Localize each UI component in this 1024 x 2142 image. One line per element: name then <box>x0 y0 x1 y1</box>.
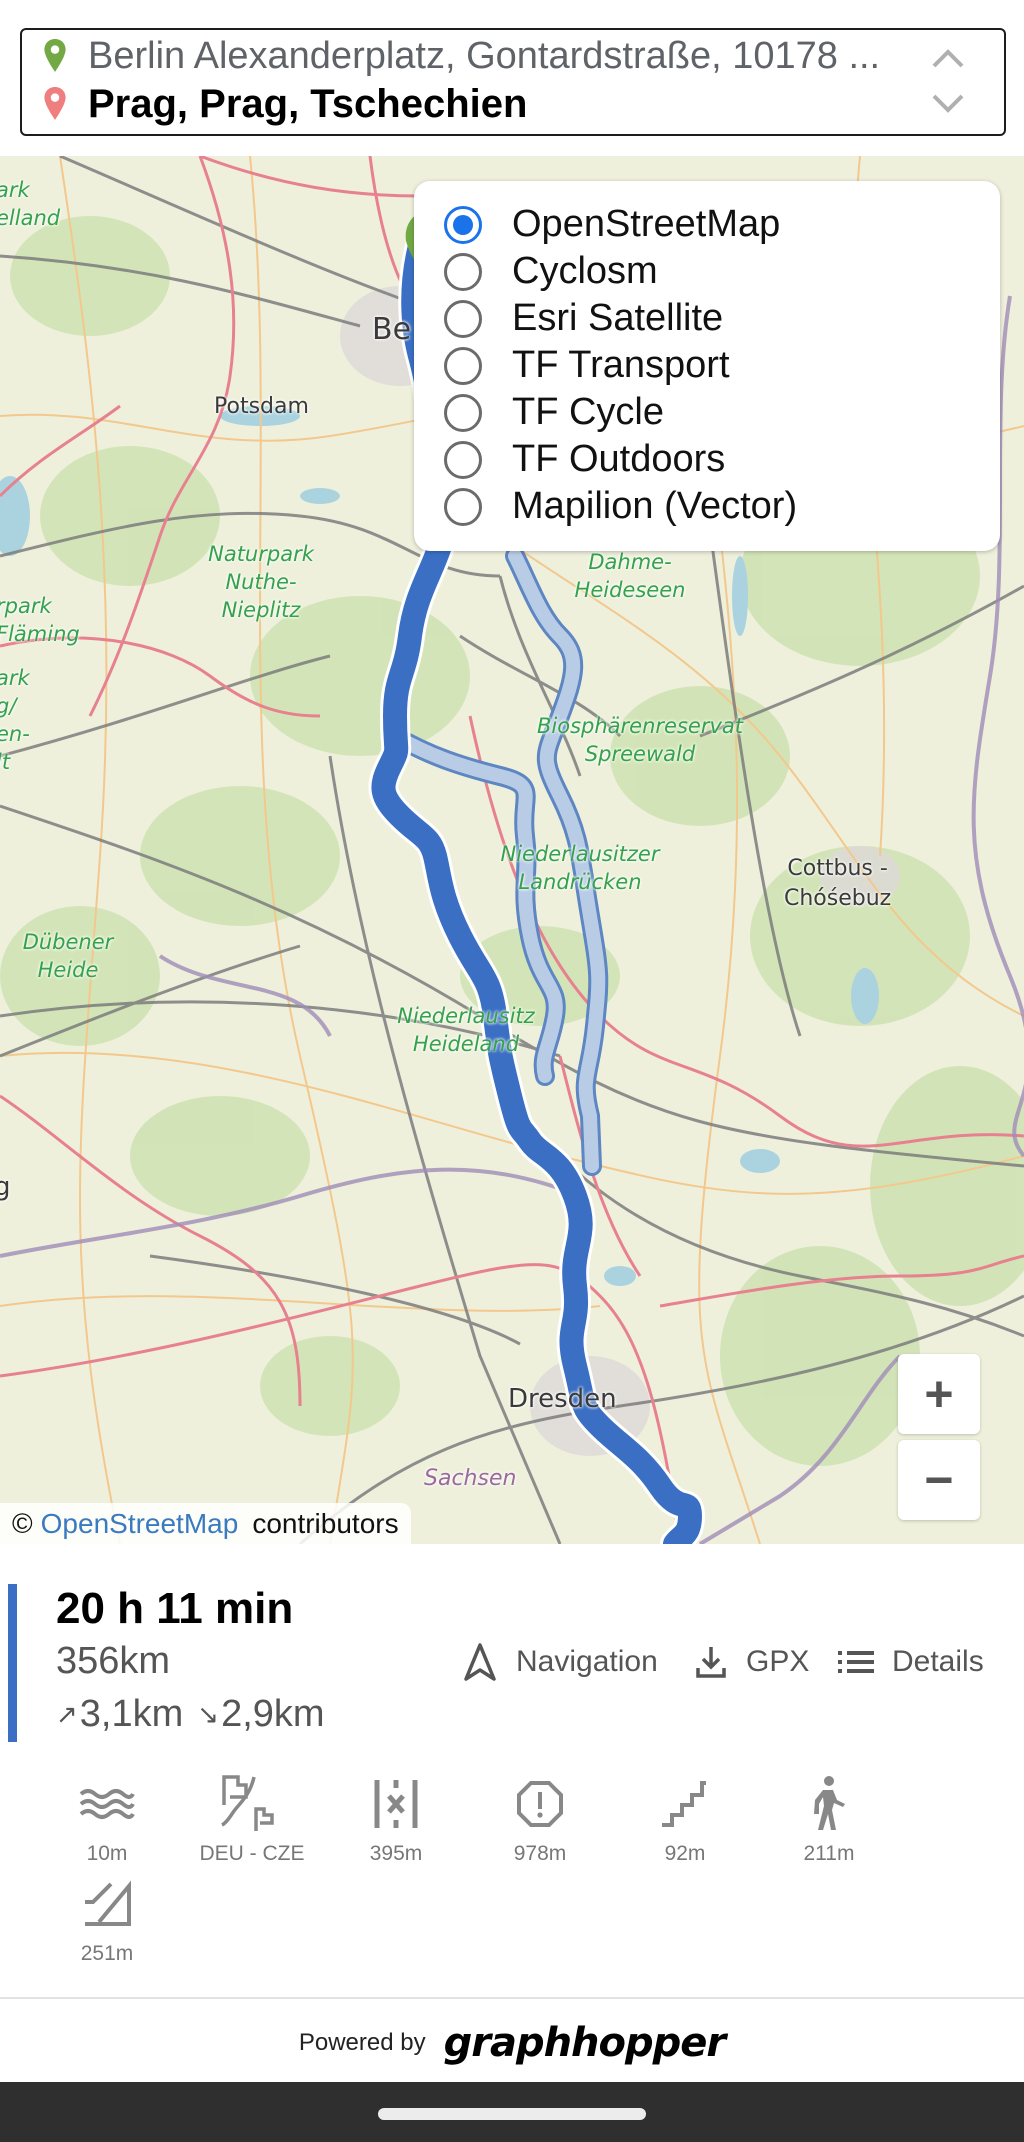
chevron-down-icon[interactable] <box>928 86 968 122</box>
navigation-arrow-icon <box>464 1643 496 1681</box>
zoom-in-button[interactable]: + <box>898 1354 980 1434</box>
detail-steep-incline[interactable]: 251m <box>37 1874 177 1966</box>
map-label-niederlausitz: Niederlausitz Heideland <box>397 1004 535 1056</box>
layer-label: Cyclosm <box>512 250 658 292</box>
map-attribution: © OpenStreetMap contributors <box>0 1503 411 1545</box>
to-input[interactable]: Prag, Prag, Tschechien <box>42 80 527 128</box>
radio-tf-transport[interactable] <box>444 346 482 385</box>
descend-icon: ↘ <box>197 1699 220 1729</box>
radio-mapilion-vector[interactable] <box>444 487 482 526</box>
detail-value: 211m <box>803 1842 855 1865</box>
from-location-text: Berlin Alexanderplatz, Gontardstraße, 10… <box>88 34 881 77</box>
to-location-text: Prag, Prag, Tschechien <box>88 81 528 126</box>
system-navigation-bar <box>0 2082 1024 2142</box>
waves-icon <box>79 1789 135 1819</box>
map-label-edge: g <box>0 1172 11 1202</box>
detail-value: DEU - CZE <box>199 1842 305 1865</box>
footer-divider <box>0 1997 1024 1999</box>
radio-openstreetmap[interactable] <box>444 205 482 244</box>
stairs-icon <box>662 1781 706 1827</box>
layer-option-cyclosm[interactable]: Cyclosm <box>444 248 658 295</box>
selected-route-indicator <box>8 1584 17 1742</box>
home-gesture-handle[interactable] <box>378 2108 646 2120</box>
radio-esri-satellite[interactable] <box>444 299 482 338</box>
details-label: Details <box>892 1645 984 1678</box>
gpx-label: GPX <box>746 1645 810 1678</box>
layer-label: TF Cycle <box>512 391 664 433</box>
destination-pin-icon <box>44 87 66 120</box>
navigation-label: Navigation <box>516 1645 658 1678</box>
ascend-value: 3,1km <box>79 1693 184 1735</box>
detail-value: 10m <box>86 1842 128 1865</box>
detail-value: 251m <box>80 1942 134 1965</box>
openstreetmap-link[interactable]: OpenStreetMap <box>41 1508 239 1540</box>
route-duration: 20 h 11 min <box>56 1584 294 1633</box>
start-pin-icon <box>44 39 66 72</box>
layer-option-tf-outdoors[interactable]: TF Outdoors <box>444 436 725 483</box>
map-label-havelland: ark elland <box>0 178 61 230</box>
download-icon <box>696 1647 726 1678</box>
road-restriction-icon <box>374 1780 418 1828</box>
zoom-out-button[interactable]: − <box>898 1440 980 1520</box>
map-label-flaeming: rpark Fläming <box>0 594 80 646</box>
attribution-suffix: contributors <box>252 1508 399 1539</box>
steep-incline-icon <box>85 1880 131 1926</box>
detail-road-restriction[interactable]: 395m <box>326 1774 466 1866</box>
detail-value: 395m <box>369 1842 423 1865</box>
route-distance: 356km <box>56 1640 171 1682</box>
detail-ferry[interactable]: 10m <box>37 1774 177 1866</box>
list-icon <box>838 1651 874 1673</box>
map-label-berlin: Be <box>372 312 412 347</box>
copyright-symbol: © <box>12 1508 33 1539</box>
layer-option-esri-satellite[interactable]: Esri Satellite <box>444 295 723 342</box>
graphhopper-logo[interactable]: graphhopper <box>444 2020 727 2066</box>
layer-option-mapilion-vector[interactable]: Mapilion (Vector) <box>444 483 797 530</box>
route-search-box: Berlin Alexanderplatz, Gontardstraße, 10… <box>20 28 1006 136</box>
powered-by: Powered by graphhopper <box>0 2020 1024 2066</box>
layer-option-tf-transport[interactable]: TF Transport <box>444 342 730 389</box>
map-label-dahme-heideseen: Dahme- Heideseen <box>574 550 686 602</box>
chevron-up-icon[interactable] <box>928 40 968 76</box>
map-label-nuthe-nieplitz: Naturpark Nuthe- Nieplitz <box>208 542 314 622</box>
route-elevation: ↗ 3,1km ↘ 2,9km <box>56 1693 325 1736</box>
from-input[interactable]: Berlin Alexanderplatz, Gontardstraße, 10… <box>42 32 908 80</box>
navigation-button[interactable]: Navigation <box>462 1640 658 1684</box>
radio-cyclosm[interactable] <box>444 252 482 291</box>
layer-label: Mapilion (Vector) <box>512 485 798 527</box>
details-button[interactable]: Details <box>838 1640 984 1684</box>
ascend-icon: ↗ <box>56 1699 78 1729</box>
detail-hazard[interactable]: 978m <box>470 1774 610 1866</box>
border-crossing-icon <box>221 1775 274 1831</box>
map-label-cottbus: Cottbus - Chóśebuz <box>784 856 892 911</box>
map-label-spreewald: Biosphärenreservat Spreewald <box>537 714 743 766</box>
layer-option-tf-cycle[interactable]: TF Cycle <box>444 389 664 436</box>
layer-label: Esri Satellite <box>512 297 724 339</box>
map-label-potsdam: Potsdam <box>214 394 309 419</box>
radio-tf-cycle[interactable] <box>444 393 482 432</box>
app: Berlin Alexanderplatz, Gontardstraße, 10… <box>0 0 1024 2142</box>
map-label-landruecken: Niederlausitzer Landrücken <box>500 842 660 894</box>
radio-tf-outdoors[interactable] <box>444 440 482 479</box>
detail-footway[interactable]: 211m <box>759 1774 899 1866</box>
detail-border-crossing[interactable]: DEU - CZE <box>182 1774 322 1866</box>
layer-label: TF Transport <box>512 344 730 386</box>
warning-octagon-icon <box>517 1781 563 1827</box>
powered-by-text: Powered by <box>298 2029 426 2056</box>
detail-value: 978m <box>513 1842 567 1865</box>
map-layer-selector: OpenStreetMap Cyclosm Esri Satellite TF … <box>414 181 1000 551</box>
detail-value: 92m <box>664 1842 706 1865</box>
map-label-dresden: Dresden <box>508 1384 617 1414</box>
map-label-duebener-heide: Dübener Heide <box>22 930 114 982</box>
pedestrian-icon <box>814 1776 845 1830</box>
layer-label: TF Outdoors <box>512 438 726 480</box>
map-label-flaeming-2: ark g/ en- lt <box>0 666 30 774</box>
detail-steps[interactable]: 92m <box>615 1774 755 1866</box>
gpx-download-button[interactable]: GPX <box>694 1640 809 1684</box>
layer-option-openstreetmap[interactable]: OpenStreetMap <box>444 201 780 248</box>
map-label-sachsen: Sachsen <box>424 1466 517 1491</box>
descend-value: 2,9km <box>221 1693 325 1735</box>
layer-label: OpenStreetMap <box>512 203 781 245</box>
